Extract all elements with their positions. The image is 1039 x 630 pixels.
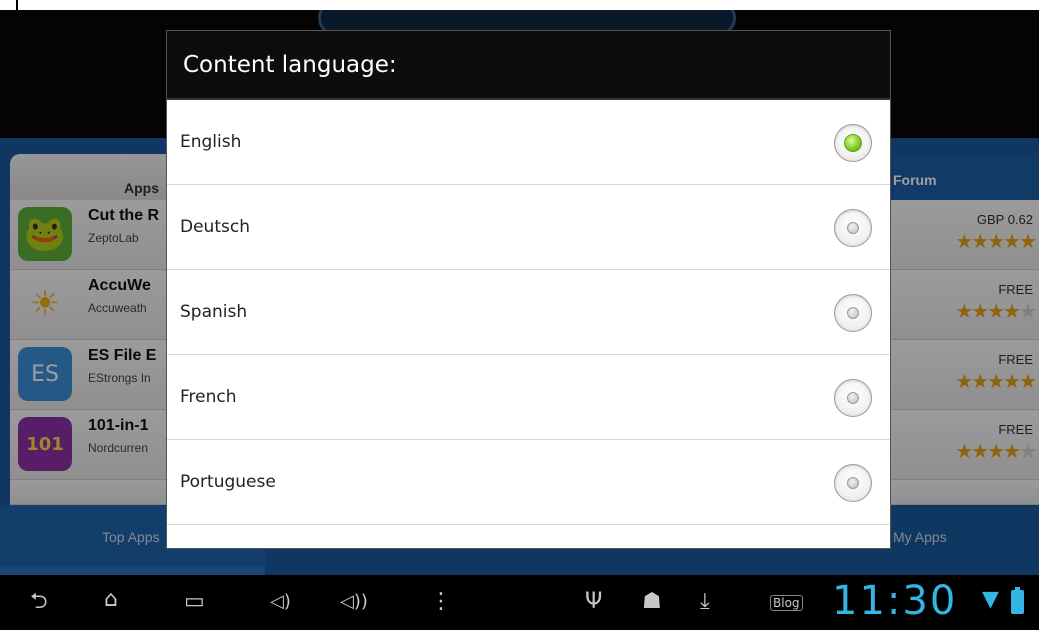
option-label: Spanish [180,302,248,322]
option-portuguese[interactable]: Portuguese [167,440,890,525]
option-label: French [180,387,237,407]
android-debug-icon: ☗ [642,589,662,614]
radio-button-selected[interactable] [834,124,872,162]
radio-dot-icon [847,477,859,489]
volume-up-icon[interactable]: ◁)) [340,589,368,615]
radio-button[interactable] [834,209,872,247]
radio-button[interactable] [834,294,872,332]
radio-dot-icon [847,222,859,234]
option-french[interactable]: French [167,355,890,440]
option-spanish[interactable]: Spanish [167,270,890,355]
option-deutsch[interactable]: Deutsch [167,185,890,270]
usb-icon: Ψ [585,589,603,614]
battery-icon [1011,587,1024,614]
option-label: English [180,132,242,152]
option-label: Portuguese [180,472,276,492]
cursor-mark [16,0,18,10]
home-icon[interactable]: ⌂ [104,587,118,613]
dialog-title: Content language: [183,52,397,78]
recent-apps-icon[interactable]: ▭ [184,589,205,615]
dialog-title-bar: Content language: [167,31,890,100]
volume-down-icon[interactable]: ◁) [270,589,291,615]
radio-dot-icon [844,134,862,152]
system-bar: ⮌ ⌂ ▭ ◁) ◁)) ⋮ Ψ ☗ ⤓ Blog 11:30 ▼ [0,575,1039,630]
wifi-icon: ▼ [982,587,999,612]
back-icon[interactable]: ⮌ [30,589,48,615]
menu-icon[interactable]: ⋮ [430,589,452,615]
radio-button[interactable] [834,379,872,417]
option-partial[interactable] [167,541,890,548]
blog-icon: Blog [770,595,803,611]
radio-button[interactable] [834,464,872,502]
clock: 11:30 [832,578,958,624]
option-english[interactable]: English [167,100,890,185]
download-icon: ⤓ [700,589,710,614]
radio-dot-icon [847,307,859,319]
content-language-dialog: Content language: English Deutsch Spanis… [166,30,891,549]
top-strip [0,0,1039,10]
option-label: Deutsch [180,217,250,237]
radio-dot-icon [847,392,859,404]
